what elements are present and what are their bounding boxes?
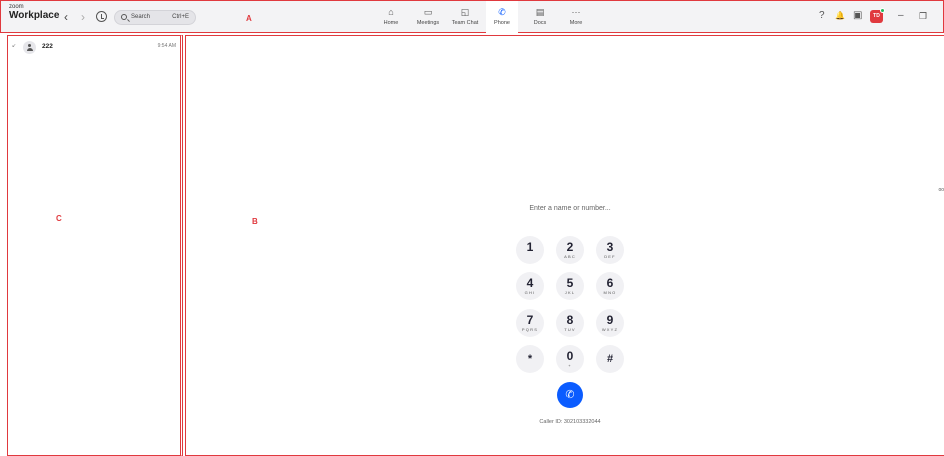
search-label: Search bbox=[131, 14, 151, 20]
top-bar: zoom Workplace ‹ › Search Ctrl+E A ⌂ Hom… bbox=[0, 0, 944, 33]
avatar-initials: TD bbox=[873, 13, 880, 19]
key-digit: * bbox=[527, 353, 533, 365]
key-digit: 3 bbox=[606, 240, 614, 254]
tab-label: Home bbox=[383, 20, 399, 26]
window-icon[interactable]: ▣ bbox=[853, 10, 862, 22]
history-icon[interactable] bbox=[96, 11, 107, 22]
tab-meetings[interactable]: ▭ Meetings bbox=[412, 1, 444, 33]
dialpad-key-0[interactable]: 0 + bbox=[556, 345, 584, 373]
call-button[interactable]: ✆ bbox=[557, 382, 583, 408]
key-digit: 7 bbox=[526, 313, 534, 327]
zoom-logo: zoom Workplace bbox=[9, 4, 59, 21]
back-icon[interactable]: ‹ bbox=[64, 10, 68, 24]
minimize-icon[interactable]: – bbox=[898, 10, 904, 22]
tab-label: Team Chat bbox=[451, 20, 479, 26]
phone-icon: ✆ bbox=[565, 389, 575, 401]
key-digit: 1 bbox=[526, 240, 534, 254]
key-letters: + bbox=[568, 363, 572, 368]
avatar[interactable]: TD bbox=[870, 8, 885, 23]
tab-label: Meetings bbox=[416, 20, 440, 26]
call-number: 222 bbox=[42, 43, 53, 50]
key-letters: GHI bbox=[524, 290, 536, 295]
dialpad-key-4[interactable]: 4 GHI bbox=[516, 272, 544, 300]
video-icon: ▭ bbox=[423, 7, 433, 17]
home-icon: ⌂ bbox=[388, 7, 394, 17]
tab-more[interactable]: ··· More bbox=[562, 1, 590, 33]
annotation-c: C bbox=[56, 214, 62, 223]
key-letters: TUV bbox=[564, 327, 576, 332]
docs-icon: ▤ bbox=[535, 7, 545, 17]
dialpad-key-8[interactable]: 8 TUV bbox=[556, 309, 584, 337]
tab-phone[interactable]: ✆ Phone bbox=[486, 1, 518, 33]
key-letters: JKL bbox=[564, 290, 576, 295]
key-digit: 8 bbox=[566, 313, 574, 327]
key-digit: 9 bbox=[606, 313, 614, 327]
key-letters: MNO bbox=[603, 290, 617, 295]
key-letters: ABC bbox=[564, 254, 576, 259]
key-letters: WXYZ bbox=[601, 327, 619, 332]
list-item[interactable]: ↙ 222 9:54 AM bbox=[12, 40, 178, 54]
brand-name: Workplace bbox=[9, 10, 60, 21]
call-direction-icon: ↙ bbox=[12, 43, 17, 49]
status-dot bbox=[880, 8, 885, 13]
dialpad-key-9[interactable]: 9 WXYZ bbox=[596, 309, 624, 337]
forward-icon[interactable]: › bbox=[81, 10, 85, 24]
help-icon[interactable]: ? bbox=[819, 10, 825, 22]
tab-team-chat[interactable]: ◱ Team Chat bbox=[448, 1, 482, 33]
dialpad-key-star[interactable]: * bbox=[516, 345, 544, 373]
dialpad-key-2[interactable]: 2 ABC bbox=[556, 236, 584, 264]
dial-input[interactable]: Enter a name or number... bbox=[490, 205, 650, 212]
restore-icon[interactable]: ❐ bbox=[919, 10, 927, 22]
tab-label: Phone bbox=[494, 20, 510, 26]
dialpad-key-5[interactable]: 5 JKL bbox=[556, 272, 584, 300]
dialpad-key-hash[interactable]: # bbox=[596, 345, 624, 373]
key-letters: DEF bbox=[604, 254, 616, 259]
key-letters: PQRS bbox=[521, 327, 539, 332]
voicemail-icon[interactable]: oo bbox=[938, 187, 944, 193]
annotation-b: B bbox=[252, 217, 258, 226]
caller-id[interactable]: Caller ID: 302103332044 bbox=[490, 419, 650, 425]
contact-avatar-icon bbox=[23, 41, 36, 54]
key-digit: 6 bbox=[606, 276, 614, 290]
phone-icon: ✆ bbox=[498, 7, 506, 17]
more-icon: ··· bbox=[571, 7, 581, 17]
key-digit: 2 bbox=[566, 240, 574, 254]
tab-docs[interactable]: ▤ Docs bbox=[526, 1, 554, 33]
dialpad-key-7[interactable]: 7 PQRS bbox=[516, 309, 544, 337]
search-icon bbox=[121, 14, 127, 20]
call-time: 9:54 AM bbox=[157, 43, 176, 49]
call-history-panel: ↙ 222 9:54 AM C bbox=[7, 35, 183, 456]
key-digit: 5 bbox=[566, 276, 574, 290]
search-input[interactable]: Search Ctrl+E bbox=[114, 10, 196, 25]
bell-icon[interactable]: 🔔 bbox=[835, 10, 845, 22]
key-digit: 0 bbox=[566, 349, 574, 363]
search-shortcut: Ctrl+E bbox=[172, 14, 189, 20]
tab-home[interactable]: ⌂ Home bbox=[377, 1, 405, 33]
key-digit: 4 bbox=[526, 276, 534, 290]
tab-label: Docs bbox=[533, 20, 547, 26]
dialpad-key-3[interactable]: 3 DEF bbox=[596, 236, 624, 264]
tab-label: More bbox=[569, 20, 583, 26]
dialpad-key-6[interactable]: 6 MNO bbox=[596, 272, 624, 300]
chat-icon: ◱ bbox=[460, 7, 470, 17]
dialpad-key-1[interactable]: 1 bbox=[516, 236, 544, 264]
annotation-a: A bbox=[246, 14, 252, 23]
key-digit: # bbox=[606, 353, 614, 365]
